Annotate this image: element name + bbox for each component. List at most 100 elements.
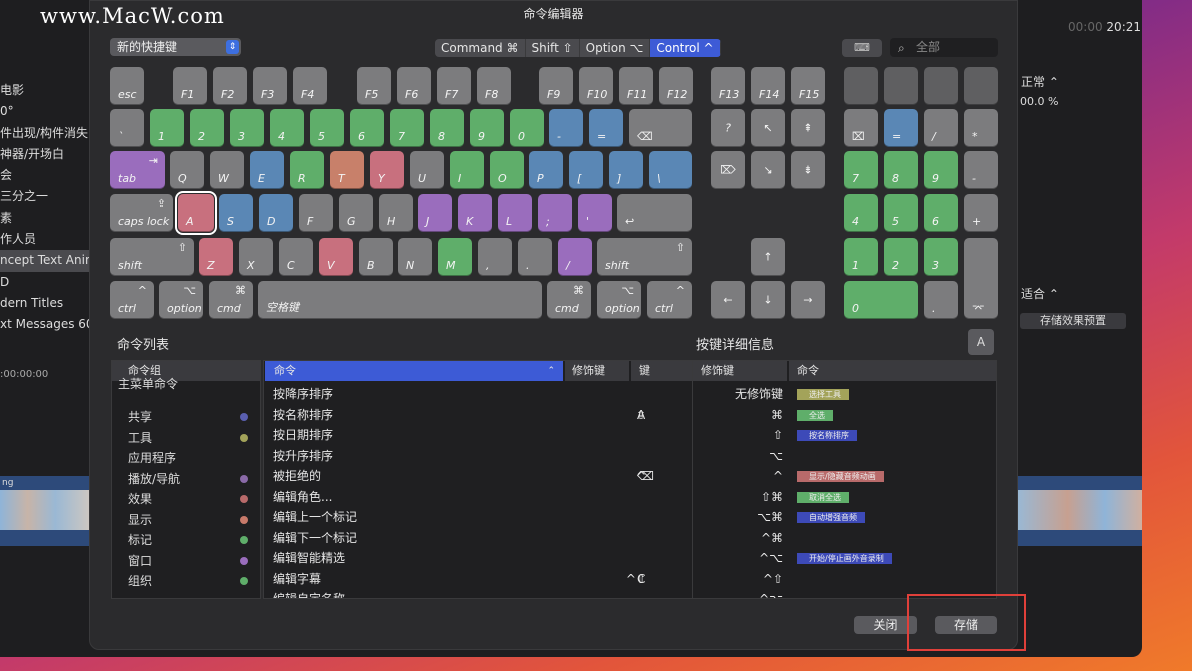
key-kp5[interactable]: 5 <box>884 194 918 232</box>
command-group-item[interactable]: 工具 <box>128 429 152 446</box>
key-r[interactable]: R <box>290 151 324 189</box>
detail-row[interactable]: ^⇧ <box>693 569 993 589</box>
command-group-item[interactable]: 组织 <box>128 572 152 589</box>
key-f5[interactable]: F5 <box>357 67 391 105</box>
key-e[interactable]: E <box>250 151 284 189</box>
key-x[interactable]: X <box>239 238 273 276</box>
key-f15[interactable]: F15 <box>791 67 825 105</box>
browser-item[interactable]: 0° <box>0 101 92 122</box>
detail-row[interactable]: ⇧⌘ 取消全选 <box>693 487 993 507</box>
key-m[interactable]: M <box>438 238 472 276</box>
key-n9[interactable]: 9 <box>470 109 504 147</box>
key-pgdn[interactable]: ⇟ <box>791 151 825 189</box>
key-space[interactable]: 空格键 <box>258 281 542 319</box>
key-kpdot[interactable]: . <box>924 281 958 319</box>
key-clear[interactable]: ⌧ <box>844 109 878 147</box>
key-f11[interactable]: F11 <box>619 67 653 105</box>
command-group-item[interactable]: 显示 <box>128 511 152 528</box>
preset-popup[interactable]: 新的快捷键 ⇕ <box>110 38 241 56</box>
key-f9[interactable]: F9 <box>539 67 573 105</box>
command-row[interactable]: 按名称排序 ⇧ A <box>264 405 702 425</box>
key-comma[interactable]: , <box>478 238 512 276</box>
key-detail-table[interactable]: 修饰键 命令 无修饰键 选择工具 ⌘ 全选 ⇧ 按名称排序 ⌥ ^ 显示/隐藏音频动画 ⇧⌘ 取消全… <box>692 360 997 599</box>
key-rbr[interactable]: ] <box>609 151 643 189</box>
key-o[interactable]: O <box>490 151 524 189</box>
key-kp2[interactable]: 2 <box>884 238 918 276</box>
key-down[interactable]: ↓ <box>751 281 785 319</box>
command-row[interactable]: 编辑字幕 ^⇧ C <box>264 569 702 589</box>
detail-row[interactable]: ⌥ <box>693 446 993 466</box>
key-kpdiv[interactable]: / <box>924 109 958 147</box>
browser-item[interactable]: xt Messages 60 <box>0 314 92 335</box>
key-v[interactable]: V <box>319 238 353 276</box>
key-kpeq[interactable]: = <box>884 109 918 147</box>
key-f10[interactable]: F10 <box>579 67 613 105</box>
opacity-value[interactable]: 00.0 % <box>1020 95 1058 108</box>
command-row[interactable]: 按降序排序 <box>264 384 702 404</box>
key-kp4[interactable]: 4 <box>844 194 878 232</box>
key-l[interactable]: L <box>498 194 532 232</box>
key-option[interactable]: option ⌥ <box>159 281 203 319</box>
key-semi[interactable]: ; <box>538 194 572 232</box>
key-end[interactable]: ↘ <box>751 151 785 189</box>
key-i[interactable]: I <box>450 151 484 189</box>
key-slash[interactable]: / <box>558 238 592 276</box>
key-t[interactable]: T <box>330 151 364 189</box>
key-n7[interactable]: 7 <box>390 109 424 147</box>
browser-item[interactable]: dern Titles <box>0 293 92 314</box>
key-f13[interactable]: F13 <box>711 67 745 105</box>
key-h[interactable]: H <box>379 194 413 232</box>
key-f14[interactable]: F14 <box>751 67 785 105</box>
key-ctrl[interactable]: ctrl ^ <box>110 281 154 319</box>
key-kp6[interactable]: 6 <box>924 194 958 232</box>
key-esc[interactable]: esc <box>110 67 144 105</box>
browser-item[interactable]: 作人员 <box>0 229 92 250</box>
key-kpmul[interactable]: * <box>964 109 998 147</box>
browser-item[interactable]: 会 <box>0 165 92 186</box>
command-group-item[interactable]: 标记 <box>128 531 152 548</box>
key-home[interactable]: ↖ <box>751 109 785 147</box>
key-k[interactable]: K <box>458 194 492 232</box>
key-cmd[interactable]: cmd ⌘ <box>547 281 591 319</box>
key-right[interactable]: → <box>791 281 825 319</box>
key-option[interactable]: option ⌥ <box>597 281 641 319</box>
key-quote[interactable]: ' <box>578 194 612 232</box>
browser-item[interactable]: 素 <box>0 208 92 229</box>
search-field[interactable]: ⌕ 全部 <box>890 38 998 57</box>
fit-select[interactable]: 适合 ⌃ <box>1021 285 1059 302</box>
key-f7[interactable]: F7 <box>437 67 471 105</box>
detail-row[interactable]: ⇧ 按名称排序 <box>693 425 993 445</box>
command-group-item[interactable]: 主菜单命令 <box>118 375 178 392</box>
key-n0[interactable]: 0 <box>510 109 544 147</box>
command-row[interactable]: 按日期排序 <box>264 425 702 445</box>
key-minus[interactable]: - <box>549 109 583 147</box>
key-n5[interactable]: 5 <box>310 109 344 147</box>
command-row[interactable]: 编辑角色... <box>264 487 702 507</box>
media-key[interactable] <box>884 67 918 105</box>
command-table[interactable]: 命令 ⌃ 修饰键 键 按降序排序 按名称排序 ⇧ A 按日期排序 按升序排序 被拒绝的 ^ ⌫ 编辑… <box>263 360 707 599</box>
key-p[interactable]: P <box>529 151 563 189</box>
key-f2[interactable]: F2 <box>213 67 247 105</box>
detail-row[interactable]: ^⌘ <box>693 528 993 548</box>
detail-row[interactable]: 无修饰键 选择工具 <box>693 384 993 404</box>
command-group-item[interactable]: 窗口 <box>128 552 152 569</box>
key-f4[interactable]: F4 <box>293 67 327 105</box>
media-key[interactable] <box>844 67 878 105</box>
modifier-tab-0[interactable]: Command ⌘ <box>435 39 526 57</box>
key-z[interactable]: Z <box>199 238 233 276</box>
key-y[interactable]: Y <box>370 151 404 189</box>
key-kp1[interactable]: 1 <box>844 238 878 276</box>
key-q[interactable]: Q <box>170 151 204 189</box>
key-n3[interactable]: 3 <box>230 109 264 147</box>
key-kp9[interactable]: 9 <box>924 151 958 189</box>
command-row[interactable]: 被拒绝的 ^ ⌫ <box>264 466 702 486</box>
key-f3[interactable]: F3 <box>253 67 287 105</box>
key-up[interactable]: ↑ <box>751 238 785 276</box>
command-group-item[interactable]: 效果 <box>128 490 152 507</box>
detail-row[interactable]: ⌘ 全选 <box>693 405 993 425</box>
browser-item[interactable]: 神器/开场白 <box>0 144 92 165</box>
command-group-list[interactable]: 命令组 主菜单命令 共享 工具 应用程序 播放/导航 效果 显示 标记 窗口 组织 <box>111 360 261 599</box>
browser-item[interactable]: D <box>0 272 92 293</box>
modifier-tab-1[interactable]: Shift ⇧ <box>526 39 580 57</box>
command-column-header[interactable]: 命令 ⌃ <box>265 361 563 381</box>
